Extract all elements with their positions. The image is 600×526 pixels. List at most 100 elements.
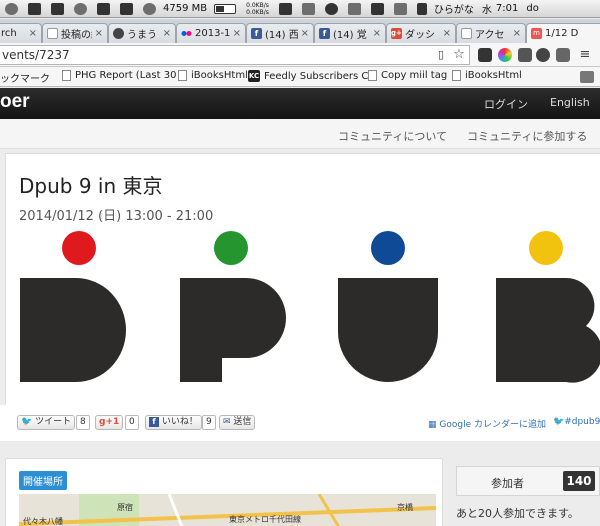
browser-tab[interactable]: 2013-1 × bbox=[176, 23, 246, 43]
close-icon[interactable]: × bbox=[92, 28, 103, 39]
add-to-google-calendar-link[interactable]: ▦ Google カレンダーに追加 bbox=[428, 417, 546, 430]
like-count: 9 bbox=[202, 415, 216, 430]
twitter-icon: 🐦 bbox=[553, 417, 565, 427]
hashtag-link[interactable]: 🐦#dpub9 bbox=[553, 417, 600, 427]
nav-about-community[interactable]: コミュニティについて bbox=[338, 128, 447, 144]
doc-icon bbox=[62, 70, 71, 81]
map-roads bbox=[19, 494, 436, 526]
like-button[interactable]: f いいね！ bbox=[145, 415, 202, 430]
volume-icon[interactable] bbox=[389, 0, 412, 18]
doc-icon bbox=[452, 70, 461, 81]
gamepad-icon[interactable] bbox=[274, 0, 297, 18]
google-drive-icon[interactable] bbox=[297, 0, 320, 18]
tweet-label: ツイート bbox=[35, 417, 72, 427]
hashtag-label: #dpub9 bbox=[564, 417, 600, 427]
logo-letter-b bbox=[496, 277, 600, 383]
bookmark-item[interactable]: Copy miil tag bbox=[368, 70, 447, 81]
menubar-day: 水 bbox=[481, 5, 492, 16]
calendar-icon: ▦ bbox=[428, 420, 437, 430]
memory-readout[interactable]: 4759 MB bbox=[161, 0, 209, 18]
network-upload: 0.0KB/s bbox=[246, 1, 269, 9]
login-link[interactable]: ログイン bbox=[484, 96, 528, 112]
tab-label: (14) 覚 bbox=[333, 30, 367, 41]
kc-icon: KC bbox=[248, 70, 260, 82]
extension-icon[interactable] bbox=[478, 48, 492, 62]
venue-map[interactable]: 代々木八幡 原宿 東京メトロ千代田線 京橋 bbox=[19, 494, 436, 526]
menubar-user[interactable]: do bbox=[520, 0, 540, 18]
browser-tab[interactable]: f (14) 西 × bbox=[246, 23, 314, 43]
dropbox-icon[interactable] bbox=[0, 0, 23, 18]
send-button[interactable]: ✉ 送信 bbox=[219, 415, 256, 430]
bookmark-item[interactable]: ックマーク bbox=[0, 70, 50, 85]
map-label: 代々木八幡 bbox=[23, 517, 63, 526]
close-icon[interactable]: × bbox=[230, 28, 241, 39]
photo-icon[interactable] bbox=[556, 48, 570, 62]
participants-label: 参加者 bbox=[491, 477, 524, 490]
site-logo[interactable]: oer bbox=[0, 91, 30, 113]
page-icon[interactable]: ▯ bbox=[434, 46, 448, 64]
close-icon[interactable]: × bbox=[160, 28, 171, 39]
wifi-sync-icon[interactable] bbox=[69, 0, 92, 18]
memory-gauge-icon bbox=[138, 0, 161, 18]
browser-tab[interactable]: f (14) 覚 × bbox=[314, 23, 386, 43]
url-field[interactable]: vents/7237 bbox=[0, 45, 470, 65]
tab-label: 2013-1 bbox=[195, 28, 230, 39]
nav-join-community[interactable]: コミュニティに参加する bbox=[467, 128, 587, 144]
bookmark-label: Copy miil tag bbox=[381, 70, 448, 81]
bookmark-label: Feedly Subscribers C bbox=[264, 70, 369, 82]
browser-tab[interactable]: アクセ × bbox=[456, 23, 526, 43]
tab-label: 1/12 D bbox=[545, 28, 579, 39]
site-header: oer ログイン English bbox=[0, 88, 600, 119]
evernote-icon[interactable] bbox=[23, 0, 46, 18]
remaining-seats: あと20人参加できます。 bbox=[456, 507, 579, 520]
bookmark-item[interactable]: iBooksHtml bbox=[178, 70, 248, 81]
tab-label: rch bbox=[1, 28, 17, 39]
wifi-icon[interactable] bbox=[366, 0, 389, 18]
browser-tab[interactable]: rch × bbox=[0, 23, 42, 43]
color-wheel-icon[interactable] bbox=[498, 48, 512, 62]
logo-letter-d bbox=[20, 278, 126, 382]
input-method-label[interactable]: ひらがな bbox=[432, 0, 476, 18]
input-method-icon[interactable] bbox=[412, 0, 432, 18]
like-label: いいね！ bbox=[161, 417, 198, 427]
bookmark-item[interactable]: iBooksHtml bbox=[452, 70, 522, 81]
menu-icon[interactable]: ≡ bbox=[578, 46, 592, 64]
network-meter[interactable]: 0.0KB/s 0.0KB/s bbox=[241, 0, 274, 18]
line-icon[interactable] bbox=[46, 0, 69, 18]
bookmark-item[interactable]: PHG Report (Last 30 bbox=[62, 70, 176, 81]
network-download: 0.0KB/s bbox=[246, 8, 269, 16]
lock-icon[interactable] bbox=[115, 0, 138, 18]
tab-label: うまう bbox=[127, 30, 157, 41]
clock-icon[interactable] bbox=[320, 0, 343, 18]
clock-icon[interactable] bbox=[536, 48, 550, 62]
bookmark-item[interactable]: KC Feedly Subscribers C bbox=[248, 70, 368, 82]
browser-tab[interactable]: うまう × bbox=[108, 23, 176, 43]
close-icon[interactable]: × bbox=[510, 28, 521, 39]
browser-tab-active[interactable]: m 1/12 D bbox=[526, 23, 600, 43]
venue-badge: 開催場所 bbox=[19, 471, 67, 490]
battery-icon[interactable] bbox=[209, 0, 241, 18]
close-icon[interactable]: × bbox=[26, 28, 37, 39]
doc-icon bbox=[461, 28, 472, 39]
extension-icon[interactable] bbox=[518, 48, 532, 62]
tab-label: 投稿の編 bbox=[61, 30, 92, 41]
close-icon[interactable]: × bbox=[370, 28, 381, 39]
language-link[interactable]: English bbox=[550, 96, 590, 109]
bookmark-star-icon[interactable]: ☆ bbox=[452, 46, 466, 64]
close-icon[interactable]: × bbox=[440, 28, 451, 39]
bag-icon[interactable] bbox=[92, 0, 115, 18]
photo-icon[interactable] bbox=[580, 71, 594, 83]
close-icon[interactable]: × bbox=[298, 28, 309, 39]
gplus-button[interactable]: g+1 bbox=[95, 415, 124, 430]
doc-icon bbox=[178, 70, 187, 81]
browser-tab[interactable]: g+ ダッシ × bbox=[386, 23, 456, 43]
tweet-button[interactable]: 🐦 ツイート bbox=[17, 415, 76, 430]
participants-box[interactable]: 参加者 140 bbox=[456, 466, 600, 496]
address-bar: vents/7237 ▯ ☆ ≡ bbox=[0, 43, 600, 67]
bluetooth-icon[interactable] bbox=[343, 0, 366, 18]
menubar-time[interactable]: 7:01 bbox=[494, 0, 520, 18]
facebook-icon: f bbox=[251, 28, 262, 39]
venue-section: 開催場所 代々木八幡 原宿 東京メトロ千代田線 京橋 bbox=[5, 458, 443, 526]
event-details: 開催場所 代々木八幡 原宿 東京メトロ千代田線 京橋 参加者 140 あと20人… bbox=[0, 448, 600, 526]
browser-tab[interactable]: 投稿の編 × bbox=[42, 23, 108, 43]
